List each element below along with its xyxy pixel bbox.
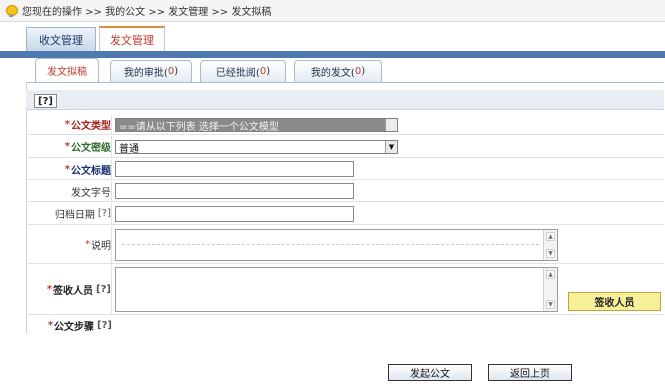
tab-my-approval[interactable]: 我的审批(0) <box>110 60 192 82</box>
tab-receive-docs[interactable]: 收文管理 <box>26 27 96 51</box>
remark-textarea[interactable]: ▲ ▼ <box>115 229 558 261</box>
archive-date-help[interactable]: [?] <box>98 208 111 219</box>
submit-button[interactable]: 发起公文 <box>388 364 472 381</box>
remark-label: * 说明 <box>26 226 112 263</box>
secret-level-select[interactable]: 普通 ▼ <box>115 140 398 155</box>
tab-band <box>0 51 665 58</box>
lightbulb-icon <box>6 4 18 17</box>
row-doc-number: 发文字号 <box>26 181 664 202</box>
row-archive-date: 归档日期 [?] <box>26 203 664 225</box>
steps-help[interactable]: [?] <box>97 320 112 331</box>
row-steps: * 公文步骤 [?] <box>26 316 664 334</box>
scroll-down-icon[interactable]: ▼ <box>546 300 555 309</box>
doc-type-value: ==请从以下列表 选择一个公文模型 <box>119 121 279 133</box>
tab-reviewed[interactable]: 已经批阅(0) <box>200 60 286 82</box>
tab-draft[interactable]: 发文拟稿 <box>35 58 99 82</box>
archive-date-input[interactable] <box>115 206 354 222</box>
remark-scrollbar[interactable]: ▲ ▼ <box>543 230 557 260</box>
help-button[interactable]: [?] <box>34 94 57 108</box>
chevron-down-icon: ▼ <box>385 141 397 153</box>
tab-my-approval-label: 我的审批( <box>123 68 168 79</box>
title-input[interactable] <box>115 161 354 177</box>
breadcrumb: 您现在的操作 >> 我的公文 >> 发文管理 >> 发文拟稿 <box>0 0 665 22</box>
tab-my-approval-suffix: ) <box>174 66 179 77</box>
recipients-label: * 签收人员 [?] <box>26 265 112 314</box>
tab-reviewed-suffix: ) <box>266 66 271 77</box>
scroll-down-icon[interactable]: ▼ <box>546 249 555 258</box>
recipients-help[interactable]: [?] <box>96 284 111 295</box>
tab-reviewed-label: 已经批阅( <box>215 68 260 79</box>
placeholder-line <box>122 244 539 245</box>
sub-tabs: 发文拟稿 我的审批(0) 已经批阅(0) 我的发文(0) <box>14 58 654 82</box>
back-button[interactable]: 返回上页 <box>488 364 572 381</box>
row-secret-level: * 公文密级 普通 ▼ <box>26 136 664 158</box>
recipients-textarea[interactable]: ▲ ▼ <box>115 267 558 312</box>
doc-number-label: 发文字号 <box>26 181 112 201</box>
tab-my-sent-suffix: ) <box>361 66 366 77</box>
tab-my-sent[interactable]: 我的发文(0) <box>294 60 382 82</box>
doc-number-input[interactable] <box>115 183 354 199</box>
breadcrumb-text: 您现在的操作 >> 我的公文 >> 发文管理 >> 发文拟稿 <box>22 7 272 18</box>
sign-person-button[interactable]: 签收人员 <box>568 292 661 311</box>
doc-type-select[interactable]: ==请从以下列表 选择一个公文模型 ▼ <box>115 118 398 133</box>
title-label: * 公文标题 <box>26 159 112 179</box>
steps-label: * 公文步骤 [?] <box>47 319 112 333</box>
secret-level-label: * 公文密级 <box>26 136 112 157</box>
tab-send-docs[interactable]: 发文管理 <box>99 26 165 52</box>
scroll-up-icon[interactable]: ▲ <box>546 232 555 241</box>
doc-type-label: * 公文类型 <box>26 115 112 134</box>
row-doc-type: * 公文类型 ==请从以下列表 选择一个公文模型 ▼ <box>26 115 664 135</box>
tab-draft-label: 发文拟稿 <box>47 67 87 78</box>
secret-level-value: 普通 <box>119 143 139 155</box>
main-tabs: 收文管理 发文管理 <box>0 22 665 52</box>
chevron-down-icon: ▼ <box>385 119 397 131</box>
row-title: * 公文标题 <box>26 159 664 180</box>
recipients-scrollbar[interactable]: ▲ ▼ <box>543 268 557 311</box>
help-bar <box>26 90 664 110</box>
scroll-up-icon[interactable]: ▲ <box>546 270 555 279</box>
archive-date-label: 归档日期 [?] <box>26 203 112 224</box>
row-remark: * 说明 ▲ ▼ <box>26 226 664 264</box>
tab-my-sent-label: 我的发文( <box>310 68 355 79</box>
